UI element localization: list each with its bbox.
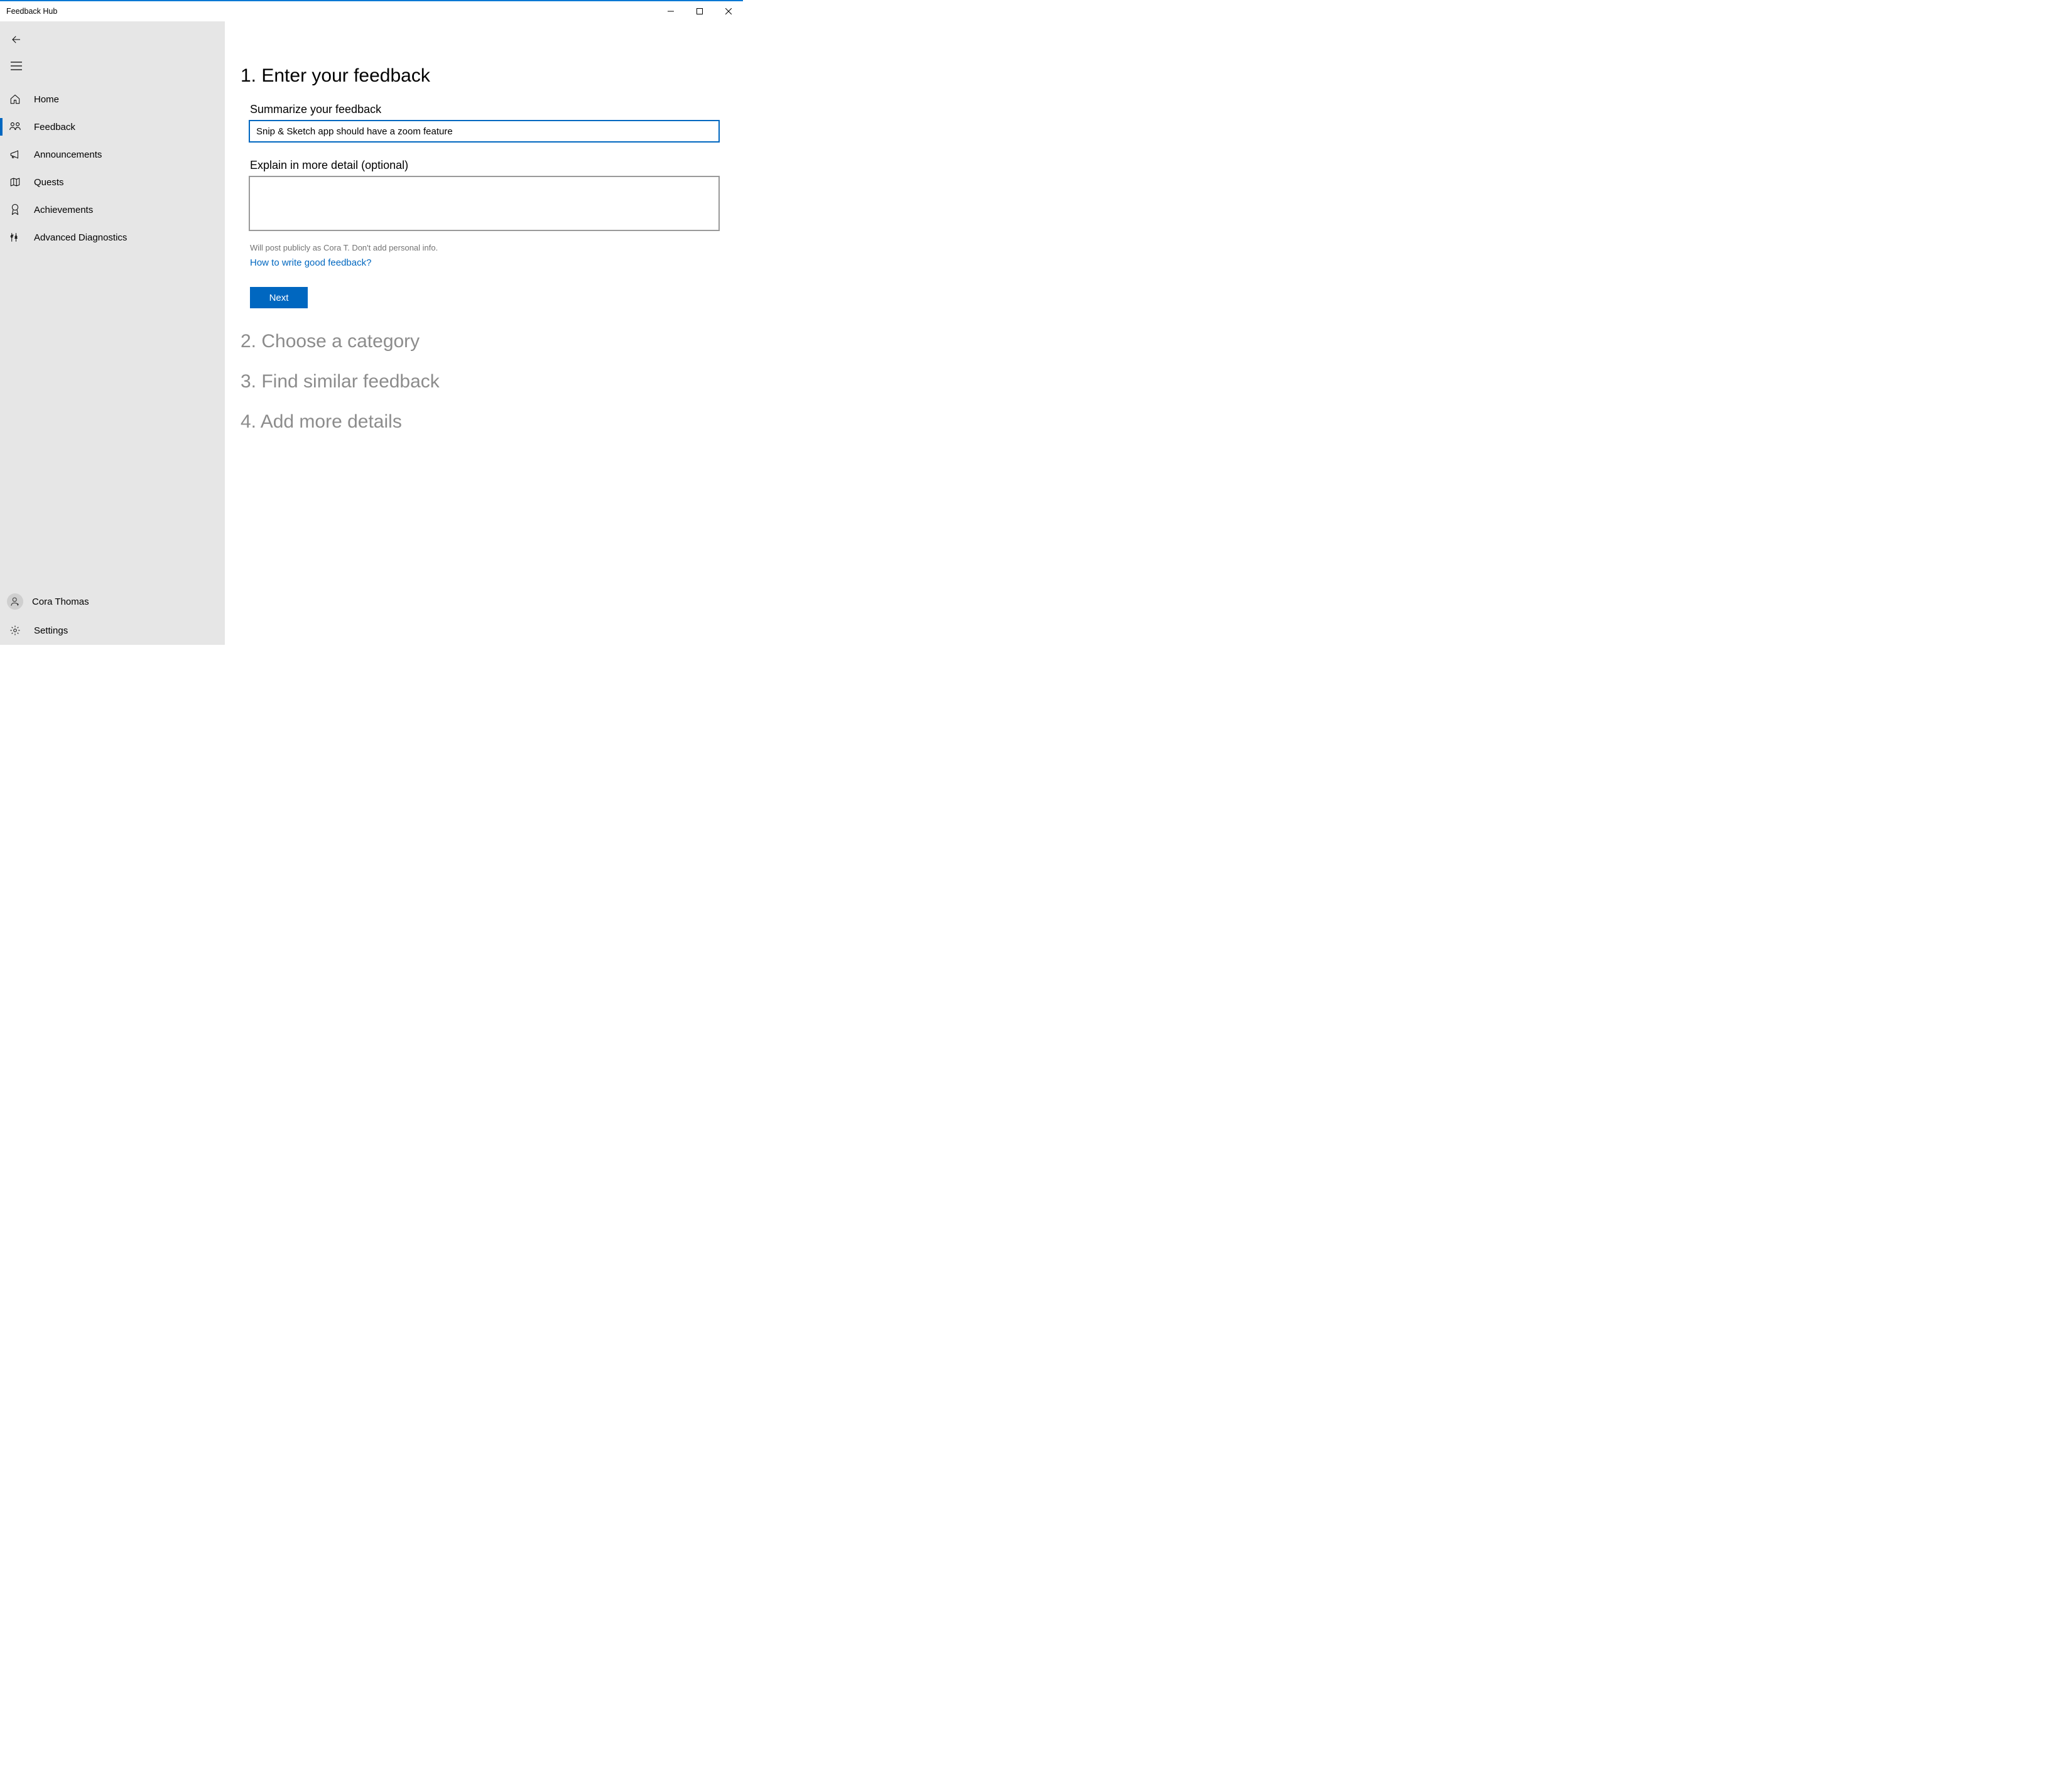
map-icon [9, 177, 21, 187]
sidebar-item-label: Advanced Diagnostics [34, 232, 127, 243]
sidebar-item-announcements[interactable]: Announcements [0, 141, 225, 168]
sidebar-item-label: Settings [34, 625, 68, 636]
feedback-icon [9, 121, 21, 132]
gear-icon [9, 625, 21, 636]
step-3-title: 3. Find similar feedback [241, 371, 719, 392]
sidebar-item-diagnostics[interactable]: Advanced Diagnostics [0, 224, 225, 251]
app-window: Feedback Hub [0, 0, 743, 645]
sidebar: Home Feedback Announcements [0, 21, 225, 645]
sidebar-item-label: Home [34, 94, 59, 105]
summary-input[interactable] [249, 120, 720, 143]
privacy-note: Will post publicly as Cora T. Don't add … [249, 243, 719, 252]
maximize-button[interactable] [685, 1, 714, 21]
sidebar-item-label: Quests [34, 177, 64, 188]
step-1-title: 1. Enter your feedback [241, 65, 719, 87]
minimize-button[interactable] [656, 1, 685, 21]
user-name: Cora Thomas [32, 596, 89, 607]
titlebar: Feedback Hub [0, 1, 743, 21]
sidebar-item-label: Announcements [34, 149, 102, 160]
close-button[interactable] [714, 1, 743, 21]
next-button[interactable]: Next [250, 287, 308, 308]
home-icon [9, 94, 21, 105]
hamburger-button[interactable] [1, 53, 31, 79]
avatar-icon [7, 593, 23, 610]
sidebar-item-label: Achievements [34, 205, 93, 215]
detail-input[interactable] [249, 176, 720, 231]
sidebar-item-home[interactable]: Home [0, 85, 225, 113]
sidebar-item-settings[interactable]: Settings [0, 616, 225, 645]
sidebar-item-quests[interactable]: Quests [0, 168, 225, 196]
sidebar-item-feedback[interactable]: Feedback [0, 113, 225, 141]
window-controls [656, 1, 743, 21]
detail-label: Explain in more detail (optional) [249, 159, 719, 172]
help-link[interactable]: How to write good feedback? [249, 257, 371, 268]
sidebar-item-user[interactable]: Cora Thomas [0, 587, 225, 616]
nav: Home Feedback Announcements [0, 85, 225, 587]
sidebar-item-achievements[interactable]: Achievements [0, 196, 225, 224]
tools-icon [9, 232, 21, 243]
sidebar-bottom: Cora Thomas Settings [0, 587, 225, 645]
window-title: Feedback Hub [6, 7, 57, 16]
summary-label: Summarize your feedback [249, 103, 719, 116]
sidebar-item-label: Feedback [34, 122, 75, 132]
step-2-title: 2. Choose a category [241, 331, 719, 352]
back-button[interactable] [1, 26, 31, 53]
megaphone-icon [9, 149, 21, 159]
main-content: 1. Enter your feedback Summarize your fe… [225, 21, 743, 645]
ribbon-icon [9, 203, 21, 216]
step-4-title: 4. Add more details [241, 411, 719, 433]
